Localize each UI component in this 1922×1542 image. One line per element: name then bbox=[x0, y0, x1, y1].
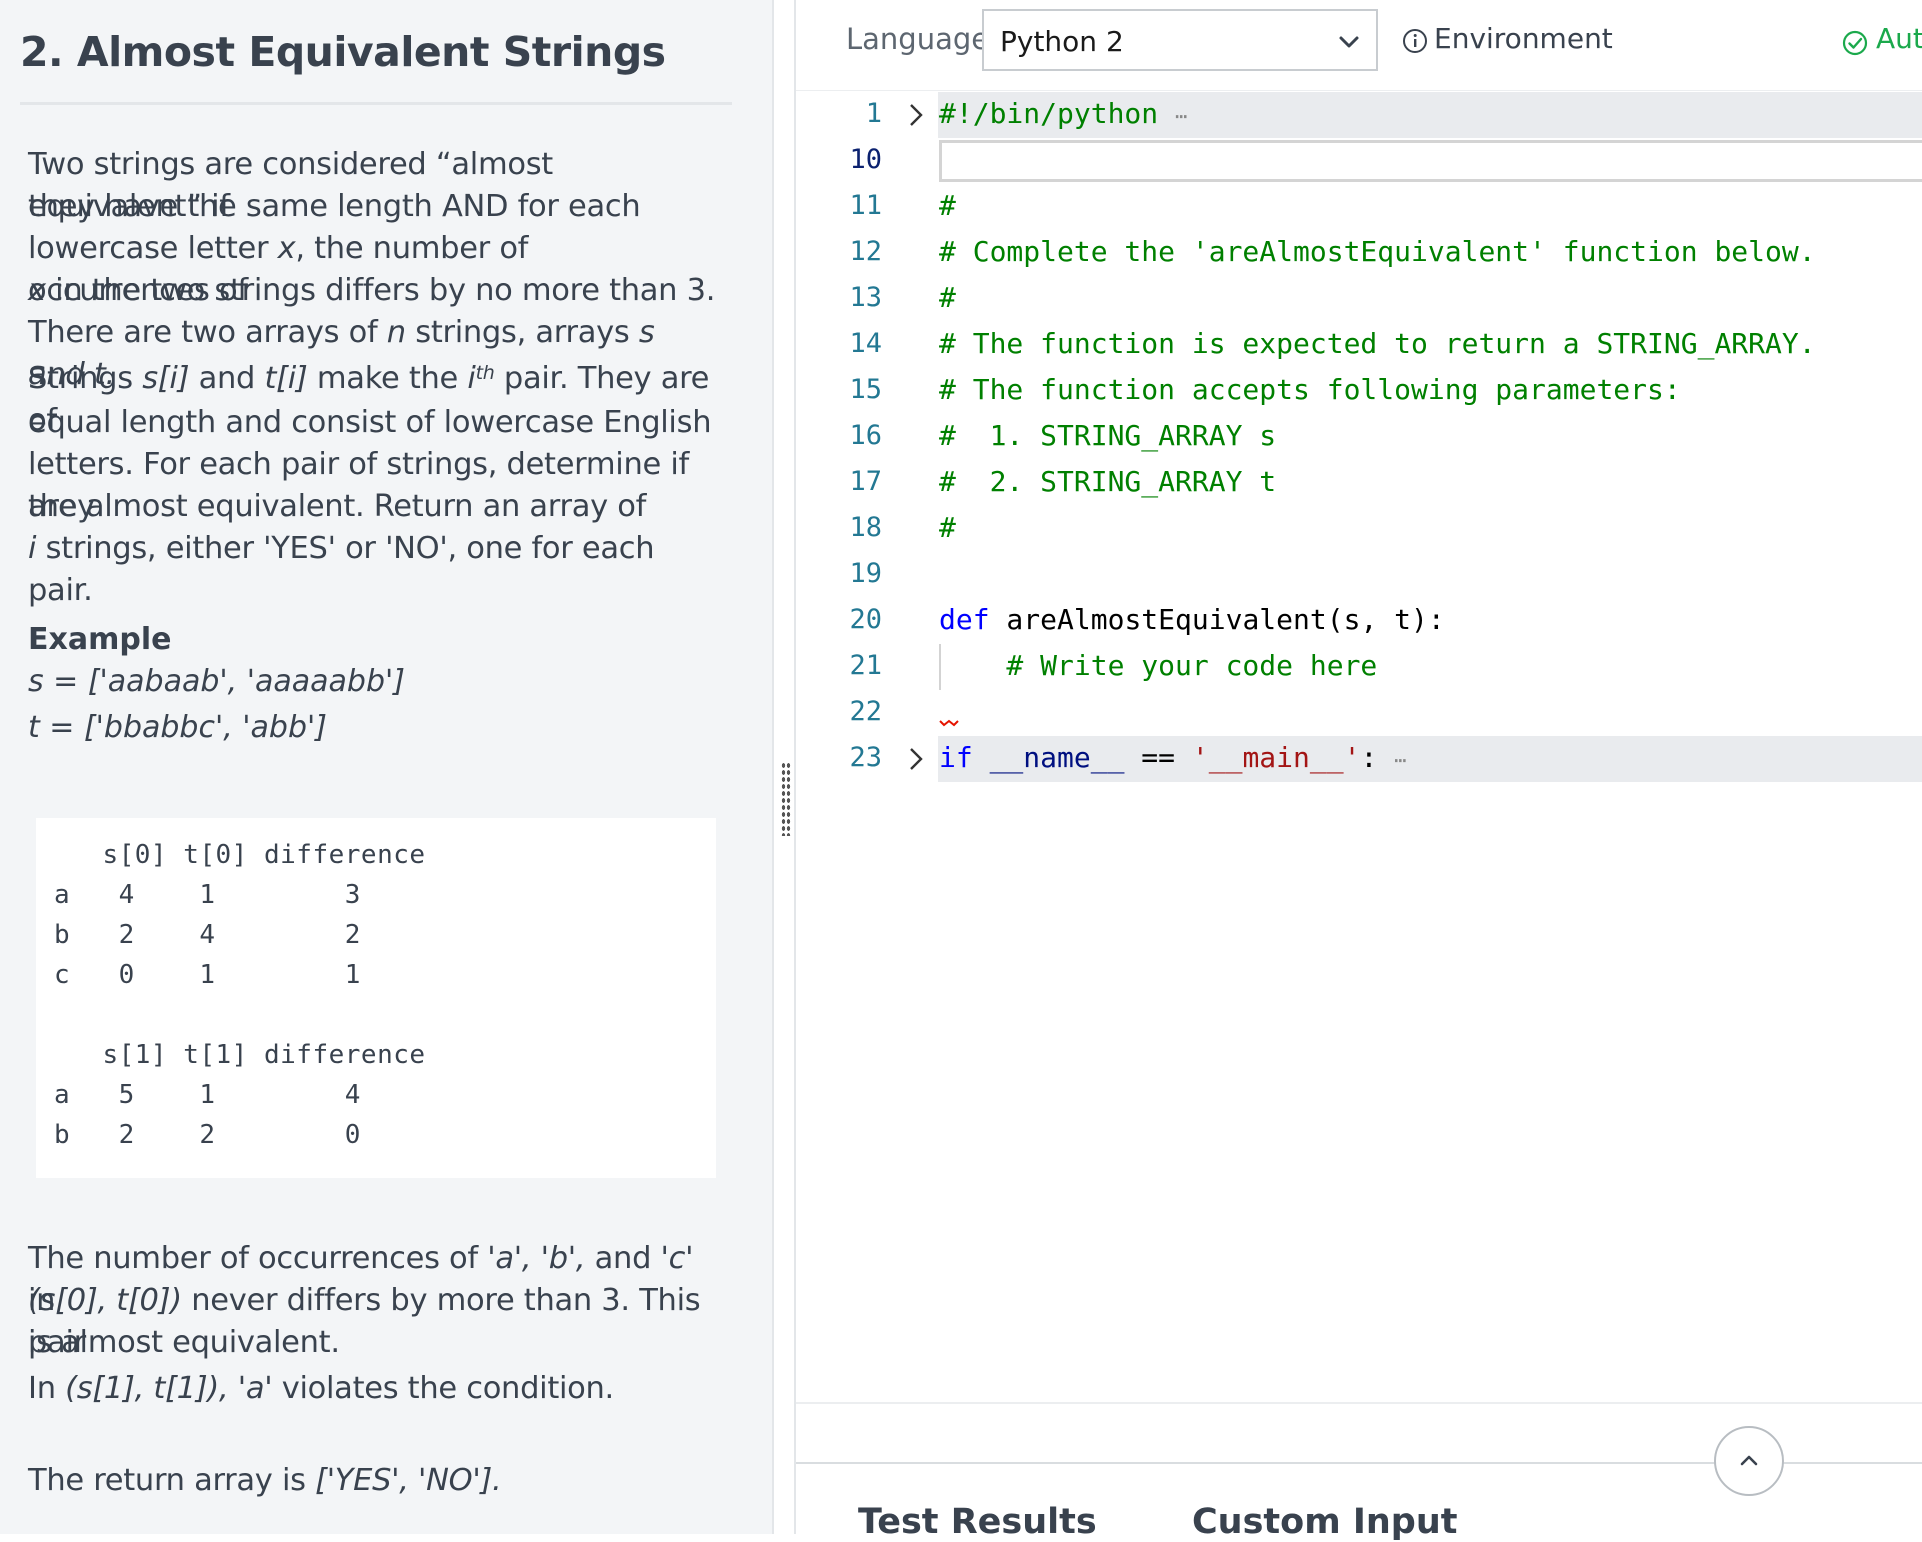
description-line: x in the two strings differs by no more … bbox=[28, 273, 716, 308]
code-line[interactable]: 13 # bbox=[796, 276, 1922, 322]
example-s: s = ['aabaab', 'aaaaabb'] bbox=[28, 664, 405, 699]
code-line[interactable]: 11 # bbox=[796, 184, 1922, 230]
info-icon bbox=[1403, 29, 1427, 53]
editor-panel: Language Python 2 Environment Aut 1 #!/bi… bbox=[796, 0, 1922, 1542]
tab-test-results[interactable]: Test Results bbox=[858, 1502, 1097, 1542]
table-line: a 4 1 3 bbox=[54, 880, 361, 910]
check-circle-icon bbox=[1842, 30, 1868, 56]
code-text: if __name__ == '__main__': ⋯ bbox=[939, 741, 1407, 774]
code-text: # 1. STRING_ARRAY s bbox=[939, 419, 1277, 452]
code-text: # bbox=[939, 511, 956, 544]
active-line-highlight bbox=[939, 140, 1922, 182]
return-line: The return array is ['YES', 'NO']. bbox=[28, 1463, 502, 1498]
code-line[interactable]: 19 bbox=[796, 552, 1922, 598]
line-number: 16 bbox=[849, 420, 882, 451]
line-number: 14 bbox=[849, 328, 882, 359]
language-value: Python 2 bbox=[1000, 25, 1124, 58]
folded-code-line[interactable]: 1 #!/bin/python ⋯ bbox=[796, 92, 1922, 138]
chevron-down-icon bbox=[1339, 36, 1359, 48]
title-divider bbox=[20, 102, 732, 105]
line-number: 21 bbox=[849, 650, 882, 681]
line-number: 20 bbox=[849, 604, 882, 635]
line-number: 12 bbox=[849, 236, 882, 267]
line-number: 17 bbox=[849, 466, 882, 497]
code-line[interactable]: 12 # Complete the 'areAlmostEquivalent' f… bbox=[796, 230, 1922, 276]
fold-chevron-icon[interactable] bbox=[906, 102, 926, 128]
code-line[interactable]: 22 bbox=[796, 690, 1922, 736]
code-editor[interactable]: 1 #!/bin/python ⋯ 10 11 #12 # Complete the 'a… bbox=[796, 92, 1922, 1402]
language-label: Language bbox=[846, 22, 990, 56]
table-line: b 2 2 0 bbox=[54, 1120, 361, 1150]
table-line: a 5 1 4 bbox=[54, 1080, 361, 1110]
line-number: 22 bbox=[849, 696, 882, 727]
code-text: # bbox=[939, 281, 956, 314]
explanation-line: In (s[1], t[1]), 'a' violates the condit… bbox=[28, 1371, 614, 1406]
table-line: s[0] t[0] difference bbox=[54, 840, 426, 870]
language-select[interactable]: Python 2 bbox=[982, 9, 1378, 71]
problem-title: 2. Almost Equivalent Strings bbox=[20, 28, 666, 76]
problem-panel: 2. Almost Equivalent Strings Two strings… bbox=[0, 0, 772, 1534]
editor-bottom-divider bbox=[796, 1402, 1922, 1404]
description-line: they have the same length AND for each bbox=[28, 189, 641, 224]
table-line: s[1] t[1] difference bbox=[54, 1040, 426, 1070]
panel-splitter[interactable] bbox=[772, 0, 796, 1534]
line-number: 23 bbox=[849, 742, 882, 773]
folded-code-line[interactable]: 23 if __name__ == '__main__': ⋯ bbox=[796, 736, 1922, 782]
drag-handle-icon[interactable] bbox=[781, 762, 791, 836]
code-text: # bbox=[939, 189, 956, 222]
code-line[interactable]: 15 # The function accepts following param… bbox=[796, 368, 1922, 414]
line-number: 1 bbox=[865, 98, 882, 129]
indent-guide bbox=[939, 644, 941, 690]
autosave-label: Aut bbox=[1876, 22, 1922, 55]
code-text: # The function accepts following paramet… bbox=[939, 373, 1681, 406]
description-line: are almost equivalent. Return an array o… bbox=[28, 489, 647, 524]
code-text: # The function is expected to return a S… bbox=[939, 327, 1816, 360]
expand-results-button[interactable] bbox=[1714, 1426, 1784, 1496]
code-line[interactable]: 17 # 2. STRING_ARRAY t bbox=[796, 460, 1922, 506]
example-heading: Example bbox=[28, 622, 172, 657]
example-table: s[0] t[0] difference a 4 1 3 b 2 4 2 c 0… bbox=[36, 818, 716, 1178]
code-text: # Write your code here bbox=[939, 649, 1378, 682]
code-line[interactable]: 21 # Write your code here bbox=[796, 644, 1922, 690]
code-line[interactable]: 16 # 1. STRING_ARRAY s bbox=[796, 414, 1922, 460]
code-line[interactable]: 20 def areAlmostEquivalent(s, t): bbox=[796, 598, 1922, 644]
code-text: #!/bin/python ⋯ bbox=[939, 97, 1188, 130]
line-number: 18 bbox=[849, 512, 882, 543]
explanation-line: is almost equivalent. bbox=[28, 1325, 340, 1360]
line-number: 11 bbox=[849, 190, 882, 221]
code-line[interactable]: 14 # The function is expected to return a… bbox=[796, 322, 1922, 368]
table-line: c 0 1 1 bbox=[54, 960, 361, 990]
description-line: equal length and consist of lowercase En… bbox=[28, 405, 712, 440]
table-line: b 2 4 2 bbox=[54, 920, 361, 950]
chevron-up-icon bbox=[1740, 1455, 1758, 1466]
example-t: t = ['bbabbc', 'abb'] bbox=[28, 710, 327, 745]
fold-chevron-icon[interactable] bbox=[906, 746, 926, 772]
line-number: 13 bbox=[849, 282, 882, 313]
line-number: 10 bbox=[849, 144, 882, 175]
description-line: i strings, either 'YES' or 'NO', one for… bbox=[28, 531, 655, 608]
line-number: 15 bbox=[849, 374, 882, 405]
toolbar-divider bbox=[796, 90, 1922, 91]
line-number: 19 bbox=[849, 558, 882, 589]
tab-custom-input[interactable]: Custom Input bbox=[1192, 1502, 1458, 1542]
code-text: # 2. STRING_ARRAY t bbox=[939, 465, 1277, 498]
environment-label: Environment bbox=[1434, 22, 1613, 55]
code-text: def areAlmostEquivalent(s, t): bbox=[939, 603, 1445, 636]
code-text: # Complete the 'areAlmostEquivalent' fun… bbox=[939, 235, 1816, 268]
error-squiggle-icon bbox=[939, 719, 959, 727]
code-line[interactable]: 18 # bbox=[796, 506, 1922, 552]
